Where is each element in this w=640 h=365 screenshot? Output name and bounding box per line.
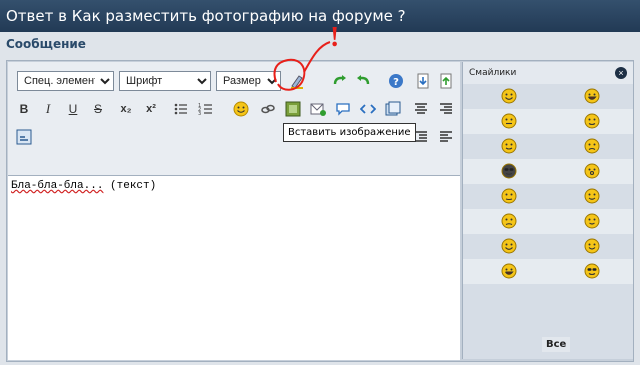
bold-button[interactable]: B [14, 99, 34, 119]
smiley-sleepy-icon[interactable] [501, 188, 517, 204]
bullet-list-icon [174, 103, 187, 115]
eraser-icon [291, 75, 303, 89]
speech-bubble-icon [336, 103, 350, 116]
smiley-row [463, 234, 633, 259]
close-icon[interactable]: × [615, 67, 627, 79]
align-right-icon [440, 103, 452, 114]
email-icon [310, 103, 326, 116]
undo-button[interactable] [353, 71, 373, 91]
smiley-glasses-icon[interactable] [584, 263, 600, 279]
download-icon [417, 73, 429, 89]
redo-icon [333, 75, 346, 85]
strike-button[interactable]: S [88, 99, 108, 119]
redo-button[interactable] [330, 71, 350, 91]
toolbar-row-2: B I U S x₂ x² 123 [8, 95, 460, 123]
smiley-row [463, 134, 633, 159]
insert-image-button[interactable] [283, 99, 303, 119]
upload-icon [440, 73, 452, 89]
smilies-panel-header: Смайлики × [463, 62, 633, 84]
window-titlebar: Ответ в Как разместить фотографию на фор… [0, 0, 640, 32]
editor-toolbar: Спец. элементы Шрифт Размер ? B I U S x₂… [8, 62, 460, 175]
superscript-button[interactable]: x² [141, 99, 161, 119]
smiley-tongue-icon[interactable] [501, 138, 517, 154]
help-icon: ? [389, 74, 403, 88]
align-center-button[interactable] [411, 99, 431, 119]
message-text: Бла-бла-бла... (текст) [11, 180, 156, 192]
smiley-row [463, 259, 633, 284]
message-textarea[interactable]: Бла-бла-бла... (текст) [8, 175, 460, 360]
smiley-row [463, 84, 633, 109]
remove-format-button[interactable] [287, 71, 307, 91]
smiley-row [463, 159, 633, 184]
align-right-button[interactable] [436, 99, 456, 119]
upload-button[interactable] [436, 71, 456, 91]
code-button[interactable] [358, 99, 378, 119]
quote-button[interactable] [333, 99, 353, 119]
smiley-happy-icon[interactable] [584, 238, 600, 254]
align-left-icon [440, 131, 452, 142]
align-center-icon [415, 103, 427, 114]
insert-email-button[interactable] [308, 99, 328, 119]
underline-button[interactable]: U [63, 99, 83, 119]
all-smilies-button[interactable]: Все [542, 337, 571, 352]
image-icon [285, 101, 301, 117]
download-button[interactable] [413, 71, 433, 91]
svg-text:3: 3 [198, 111, 201, 117]
page-title: Ответ в Как разместить фотографию на фор… [6, 7, 406, 25]
message-text-rest: (текст) [103, 180, 157, 192]
window-icon [385, 101, 401, 116]
smiley-laugh-icon[interactable] [584, 88, 600, 104]
toolbar-row-1: Спец. элементы Шрифт Размер ? [8, 67, 460, 95]
editor-frame: Спец. элементы Шрифт Размер ? B I U S x₂… [6, 60, 634, 362]
code-icon [360, 104, 376, 114]
message-section: Сообщение Спец. элементы Шрифт Размер ? [0, 32, 640, 365]
smiley-smile-icon[interactable] [501, 238, 517, 254]
document-icon [16, 129, 32, 145]
smiley-button[interactable] [231, 99, 251, 119]
help-button[interactable]: ? [386, 71, 406, 91]
insert-link-button[interactable] [258, 99, 278, 119]
size-select[interactable]: Размер [216, 71, 281, 91]
smilies-panel: Смайлики × Все [462, 62, 633, 359]
undo-icon [357, 75, 370, 85]
smiley-neutral-icon[interactable] [501, 113, 517, 129]
italic-button[interactable]: I [38, 99, 58, 119]
left-to-right-button[interactable] [14, 127, 34, 147]
smiley-row [463, 109, 633, 134]
numbered-list-button[interactable]: 123 [196, 99, 216, 119]
smiley-surprised-icon[interactable] [584, 163, 600, 179]
svg-text:?: ? [393, 77, 399, 88]
numbered-list-icon: 123 [198, 103, 212, 117]
justify-button[interactable] [436, 127, 456, 147]
smiley-blush-icon[interactable] [584, 213, 600, 229]
smiley-row [463, 184, 633, 209]
smiley-squint-icon[interactable] [584, 113, 600, 129]
smiley-big-grin-icon[interactable] [501, 263, 517, 279]
font-select[interactable]: Шрифт [119, 71, 211, 91]
section-heading: Сообщение [6, 37, 86, 51]
smiley-row [463, 209, 633, 234]
smiley-icon [233, 101, 249, 117]
tooltip: Вставить изображение [283, 123, 416, 142]
special-elements-select[interactable]: Спец. элементы [17, 71, 114, 91]
smiley-worried-icon[interactable] [501, 213, 517, 229]
smiley-wink-icon[interactable] [584, 188, 600, 204]
misspelled-word: Бла-бла-бла... [11, 180, 104, 192]
spoiler-button[interactable] [383, 99, 403, 119]
subscript-button[interactable]: x₂ [116, 99, 136, 119]
smiley-grin-icon[interactable] [501, 88, 517, 104]
smilies-title: Смайлики [469, 68, 517, 78]
link-icon [261, 104, 275, 114]
smiley-angry-icon[interactable] [584, 138, 600, 154]
bullet-list-button[interactable] [171, 99, 191, 119]
smiley-cool-icon[interactable] [501, 163, 517, 179]
